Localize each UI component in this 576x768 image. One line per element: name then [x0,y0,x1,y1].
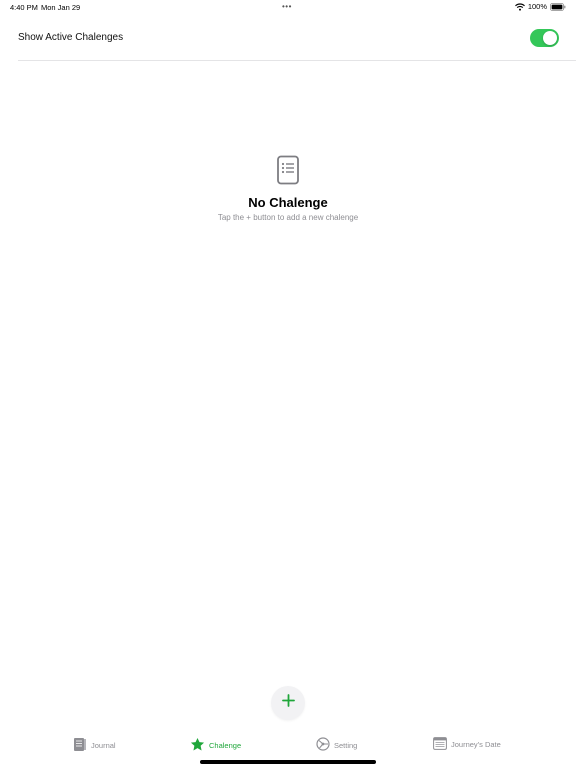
tab-setting-label: Setting [334,740,358,750]
tab-journal[interactable]: Journal [73,737,116,754]
tab-journeys-date-label: Journey's Date [451,740,501,749]
home-indicator[interactable] [200,760,376,764]
setting-icon [316,737,330,753]
empty-title: No Chalenge [248,195,328,210]
battery-icon [550,2,566,11]
toggle-knob [543,31,557,45]
tab-journal-label: Journal [91,741,116,750]
divider [18,60,576,61]
calendar-icon [433,737,447,752]
empty-subtitle: Tap the + button to add a new chalenge [217,213,359,222]
multitasking-dots-icon[interactable]: ••• [282,2,292,11]
status-time: 4:40 PM [10,3,38,12]
empty-state: No Chalenge Tap the + button to add a ne… [0,155,576,222]
plus-icon [281,694,295,712]
status-right-group: 100% [514,2,566,11]
tab-journeys-date[interactable]: Journey's Date [433,737,501,752]
show-active-row: Show Active Chalenges [0,25,576,61]
status-bar: 4:40 PM Mon Jan 29 ••• 100% [0,0,576,14]
show-active-toggle[interactable] [530,29,559,47]
journal-icon [73,737,87,754]
tab-bar: Journal Chalenge Setting Journey's Date [0,733,576,759]
list-document-icon [276,155,300,185]
battery-percent: 100% [527,2,547,11]
app-screen: 4:40 PM Mon Jan 29 ••• 100% Show Active … [0,0,576,768]
add-chalenge-button[interactable] [271,686,305,720]
show-active-label: Show Active Chalenges [18,32,124,43]
tab-setting[interactable]: Setting [316,737,357,753]
status-date: Mon Jan 29 [41,3,81,12]
tab-chalenge[interactable]: Chalenge [190,737,241,754]
star-icon [190,737,205,754]
tab-chalenge-label: Chalenge [209,741,242,750]
wifi-icon [514,2,525,11]
